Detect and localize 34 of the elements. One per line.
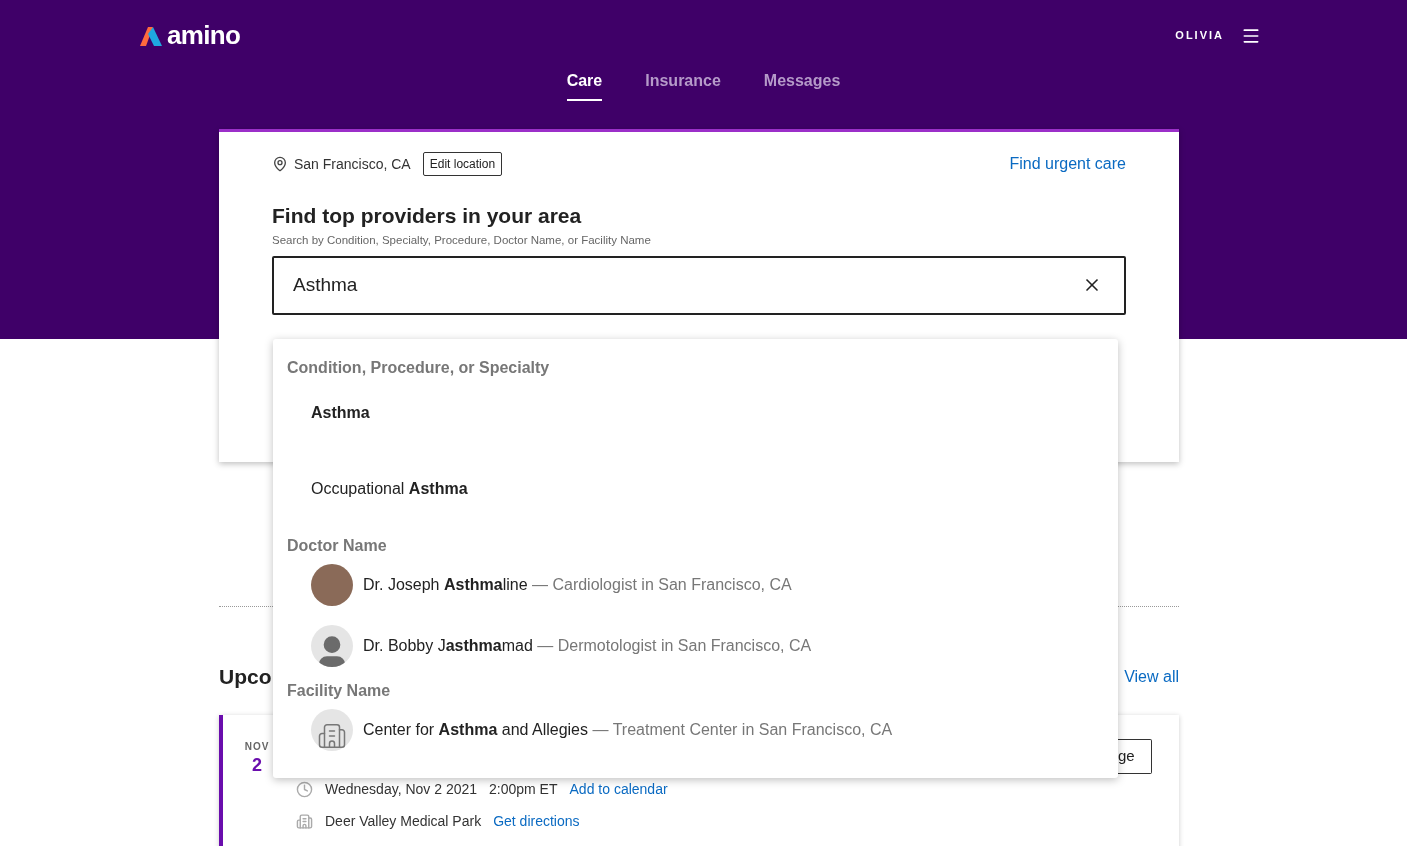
appointment-day: 2 [252,754,262,777]
appointment-month: NOV [244,740,270,754]
appointment-date: Wednesday, Nov 2 2021 [325,780,478,799]
appointment-place: Deer Valley Medical Park [325,812,482,831]
location-text: San Francisco, CA [294,154,411,174]
logo-text: amino [167,19,241,52]
location-pin-icon [272,156,288,172]
search-subtitle: Search by Condition, Specialty, Procedure, Doctor Name, or Facility Name [272,233,652,249]
find-urgent-care-link[interactable]: Find urgent care [1009,152,1126,176]
search-title: Find top providers in your area [272,203,583,229]
suggestion-group-heading: Condition, Procedure, or Specialty [287,358,551,378]
view-all-link[interactable]: View all [1124,664,1179,689]
search-field[interactable]: Asthma [272,255,1126,315]
nav-tab[interactable]: Care [566,69,603,101]
nav-tab[interactable]: Insurance [645,69,721,101]
suggestion-item[interactable]: Asthma [287,392,1118,434]
suggestion-group-heading: Facility Name [287,681,392,701]
building-icon [311,709,353,751]
get-directions-link[interactable]: Get directions [493,811,580,832]
avatar-silhouette-icon [311,625,353,667]
building-icon [296,813,313,830]
user-name[interactable]: OLIVIA [1175,27,1224,44]
suggestion-item[interactable]: Dr. Bobby Jasthmamad — Dermotologist in San Francisco, CA [287,625,1118,667]
appointment-time: 2:00pm ET [489,780,558,799]
suggestion-item[interactable]: Center for Asthma and Allegies — Treatment Center in San Francisco, CA [287,709,1118,751]
photo-placeholder [311,564,353,606]
suggestion-item[interactable]: Dr. Joseph Asthmaline — Cardiologist in San Francisco, CA [287,564,1118,606]
section-title: Upco [219,664,272,690]
suggestion-item[interactable]: Occupational Asthma [287,468,1118,510]
nav-tab[interactable]: Messages [763,69,841,101]
clock-icon [296,781,313,798]
suggestion-group-heading: Doctor Name [287,536,388,556]
add-to-calendar-link[interactable]: Add to calendar [569,779,668,800]
edit-location-button[interactable]: Edit location [422,152,503,176]
